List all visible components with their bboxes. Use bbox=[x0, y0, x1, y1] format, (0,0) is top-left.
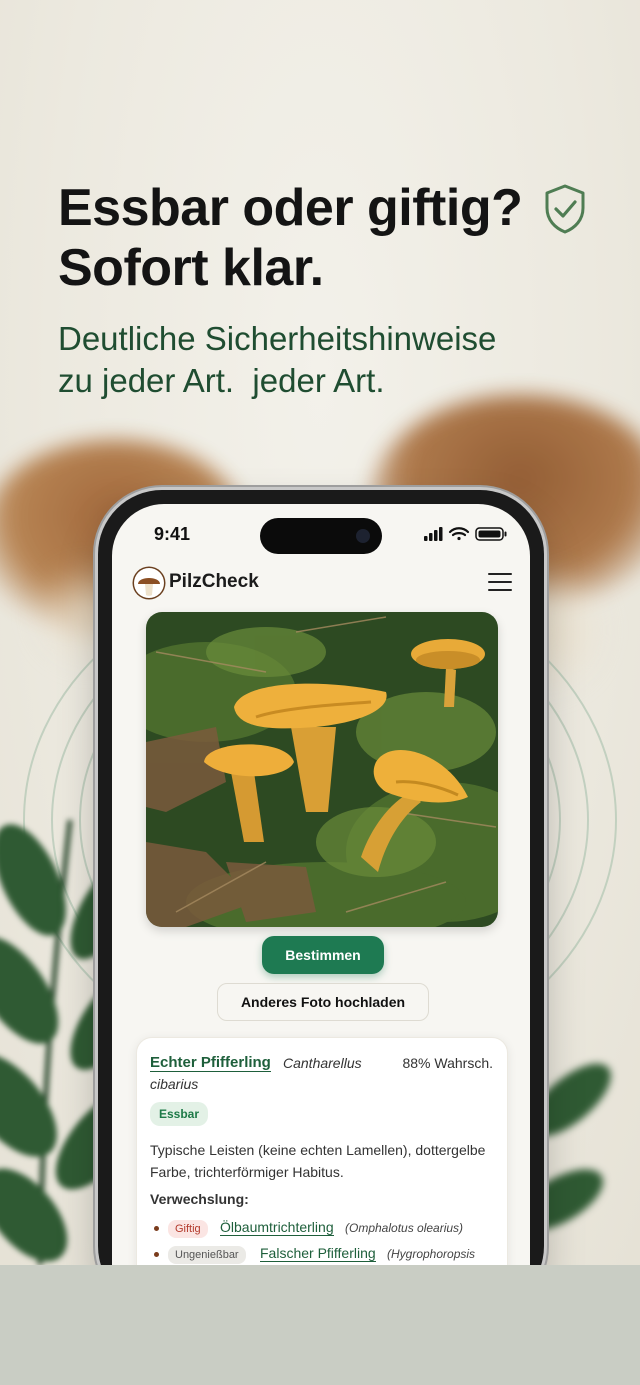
signal-icon bbox=[424, 527, 443, 541]
species-description: Typische Leisten (keine echten Lamellen)… bbox=[150, 1142, 486, 1180]
phone-mockup: 9:41 PilzCheck Bestimmen Anderes Foto ho… bbox=[98, 490, 544, 1265]
confusion-species-link[interactable]: Ölbaumtrichterling bbox=[220, 1219, 334, 1236]
camera-dot bbox=[356, 529, 370, 543]
toxic-badge: Giftig bbox=[168, 1220, 208, 1238]
confusion-latin-name: (Hygrophoropsis bbox=[387, 1247, 476, 1261]
app-navbar: PilzCheck bbox=[112, 562, 530, 612]
marketing-subheadline: Deutliche Sicherheitshinweise zu jeder A… bbox=[58, 318, 618, 402]
confusion-species-link[interactable]: Falscher Pfifferling bbox=[260, 1245, 376, 1262]
headline-line-1: Essbar oder giftig? bbox=[58, 179, 523, 237]
confusion-latin-name: (Omphalotus olearius) bbox=[345, 1221, 464, 1235]
headline-line-2: Sofort klar. bbox=[58, 239, 324, 297]
wifi-icon bbox=[448, 527, 470, 541]
promo-background: Essbar oder giftig? Sofort klar. Deutlic… bbox=[0, 0, 640, 1265]
shield-check-icon bbox=[545, 184, 585, 234]
edibility-badge: Essbar bbox=[150, 1102, 209, 1126]
mushroom-logo-icon bbox=[134, 568, 164, 598]
subhead-line-1: Deutliche Sicherheitshinweise bbox=[58, 320, 497, 357]
status-time: 9:41 bbox=[154, 524, 191, 544]
dynamic-island bbox=[260, 518, 382, 554]
species-latin-name: Cantharellus bbox=[283, 1055, 362, 1071]
species-latin-name-cont: cibarius bbox=[150, 1076, 199, 1092]
confusion-heading: Verwechslung: bbox=[150, 1191, 249, 1207]
confusion-item: Giftig Ölbaumtrichterling (Omphalotus ol… bbox=[154, 1218, 504, 1240]
upload-other-photo-button[interactable]: Anderes Foto hochladen bbox=[217, 983, 429, 1021]
result-card: Echter Pfifferling Cantharellus cibarius… bbox=[136, 1037, 508, 1265]
marketing-headline: Essbar oder giftig? Sofort klar. bbox=[58, 178, 578, 298]
hamburger-menu-icon[interactable] bbox=[488, 573, 512, 591]
probability-label: 88% Wahrsch. bbox=[402, 1055, 493, 1071]
species-name-link[interactable]: Echter Pfifferling bbox=[150, 1054, 271, 1072]
confusion-item: Ungenießbar Falscher Pfifferling (Hygrop… bbox=[154, 1244, 504, 1265]
inedible-badge: Ungenießbar bbox=[168, 1246, 246, 1264]
subhead-line-2: zu jeder Art. jeder Art. bbox=[58, 362, 385, 399]
battery-icon bbox=[475, 527, 507, 541]
status-icons bbox=[424, 527, 507, 541]
mushroom-photo bbox=[146, 612, 498, 927]
bullet bbox=[154, 1226, 159, 1231]
bottom-band bbox=[0, 1265, 640, 1385]
identify-button[interactable]: Bestimmen bbox=[262, 936, 384, 974]
phone-screen: 9:41 PilzCheck Bestimmen Anderes Foto ho… bbox=[112, 504, 530, 1265]
app-brand-name: PilzCheck bbox=[169, 571, 259, 592]
bullet bbox=[154, 1252, 159, 1257]
